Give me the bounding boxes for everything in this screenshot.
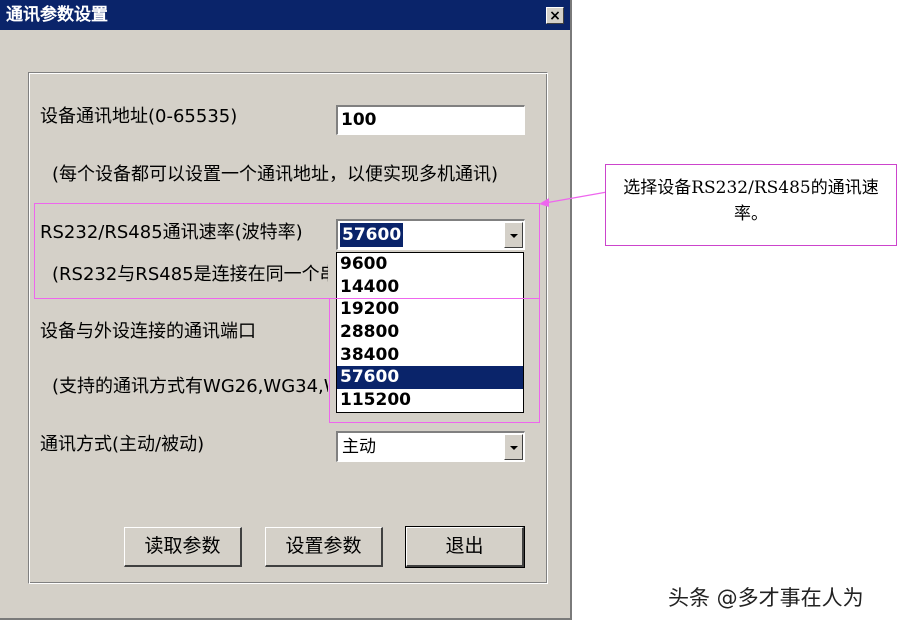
exit-button[interactable]: 退出 bbox=[405, 526, 525, 568]
watermark: 头条 @多才事在人为 bbox=[668, 586, 864, 610]
set-params-button[interactable]: 设置参数 bbox=[265, 527, 383, 567]
title-bar[interactable]: 通讯参数设置 × bbox=[0, 0, 570, 30]
baud-label: RS232/RS485通讯速率(波特率) bbox=[40, 222, 303, 243]
read-params-button[interactable]: 读取参数 bbox=[124, 527, 242, 567]
port-note: (支持的通讯方式有WG26,WG34,WG bbox=[52, 376, 328, 397]
port-label: 设备与外设连接的通讯端口 bbox=[40, 321, 256, 342]
mode-label: 通讯方式(主动/被动) bbox=[40, 434, 205, 455]
baud-option[interactable]: 28800 bbox=[337, 321, 523, 344]
address-label: 设备通讯地址(0-65535) bbox=[40, 106, 238, 127]
mode-select[interactable]: 主动 bbox=[336, 431, 525, 462]
dialog-title: 通讯参数设置 bbox=[6, 5, 108, 25]
address-note: (每个设备都可以设置一个通讯地址，以便实现多机通讯) bbox=[52, 164, 499, 185]
baud-selected-value: 57600 bbox=[340, 223, 404, 247]
close-button[interactable]: × bbox=[546, 7, 564, 24]
annotation-callout: 选择设备RS232/RS485的通讯速率。 bbox=[605, 164, 897, 246]
baud-option[interactable]: 9600 bbox=[337, 253, 523, 276]
baud-note: (RS232与RS485是连接在同一个串口 bbox=[52, 264, 328, 285]
baud-dropdown-list[interactable]: 9600 14400 19200 28800 38400 57600 11520… bbox=[336, 252, 524, 413]
baud-option[interactable]: 38400 bbox=[337, 344, 523, 367]
baud-option[interactable]: 14400 bbox=[337, 276, 523, 299]
baud-option-selected[interactable]: 57600 bbox=[337, 366, 523, 390]
annotation-arrow-icon bbox=[539, 191, 608, 207]
close-icon: × bbox=[549, 8, 561, 24]
settings-dialog: 通讯参数设置 × 设备通讯地址(0-65535) 100 (每个设备都可以设置一… bbox=[0, 0, 572, 620]
baud-option[interactable]: 115200 bbox=[337, 389, 523, 412]
mode-selected-value: 主动 bbox=[342, 437, 376, 457]
chevron-down-icon[interactable] bbox=[504, 434, 523, 460]
chevron-down-icon[interactable] bbox=[504, 222, 523, 248]
baud-option[interactable]: 19200 bbox=[337, 298, 523, 321]
address-input[interactable]: 100 bbox=[336, 105, 525, 135]
baud-select[interactable]: 57600 bbox=[336, 219, 525, 250]
